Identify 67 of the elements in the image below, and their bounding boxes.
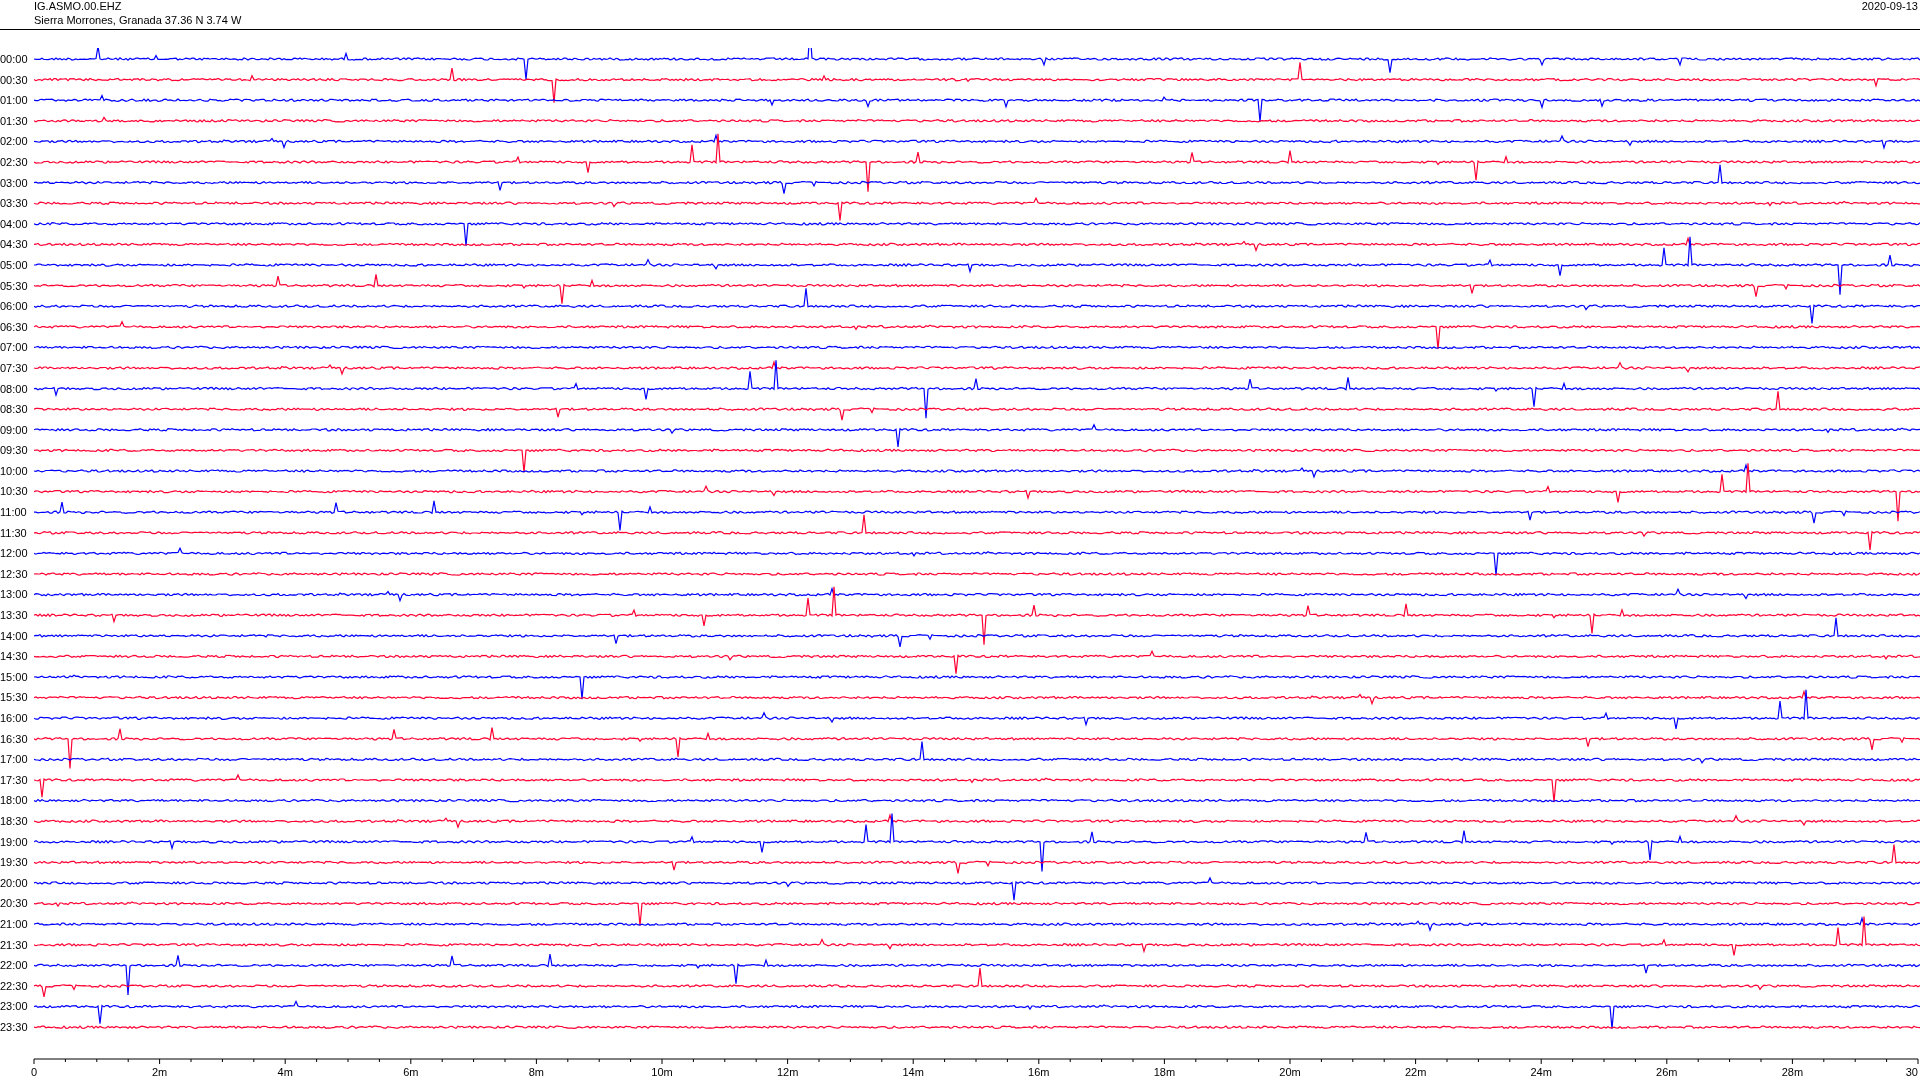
axis-tick-label: 18m [1153,1066,1176,1078]
trace-time-label: 13:30 [0,608,29,624]
trace-time-label: 18:30 [0,813,29,829]
trace-time-label: 08:30 [0,402,29,418]
trace-time-label: 12:00 [0,546,29,562]
trace-time-label: 17:30 [0,772,29,788]
trace-time-label: 21:00 [0,916,29,932]
axis-tick-label: 8m [528,1066,545,1078]
trace-time-label: 07:30 [0,360,29,376]
trace-time-label: 14:00 [0,628,29,644]
trace-time-label: 20:30 [0,896,29,912]
trace-time-label: 00:00 [0,52,29,67]
trace-time-label: 10:00 [0,463,29,479]
axis-tick-label: 26m [1656,1066,1678,1078]
trace-time-label: 16:00 [0,711,29,726]
trace-time-label: 21:30 [0,937,29,953]
trace-time-label: 08:00 [0,381,29,397]
axis-tick-label: 6m [403,1066,419,1078]
trace-time-label: 09:00 [0,422,29,438]
trace-time-label: 07:00 [0,340,29,356]
axis-tick-label: 20m [1279,1066,1301,1078]
trace-time-label: 19:00 [0,834,29,850]
trace-time-label: 04:00 [0,216,29,232]
axis-tick-label: 4m [277,1066,293,1078]
axis-tick-label: 24m [1530,1066,1552,1078]
axis-tick-label: 0 [30,1066,38,1078]
trace-time-label: 17:00 [0,752,29,768]
trace-time-label: 01:00 [0,93,29,109]
trace-time-label: 02:30 [0,154,29,170]
trace-time-label: 01:30 [0,113,29,129]
trace-time-label: 14:30 [0,649,29,665]
trace-time-label: 04:30 [0,237,29,253]
trace-time-label: 00:30 [0,72,29,88]
station-location: Sierra Morrones, Granada 37.36 N 3.74 W [34,13,242,27]
axis-tick-label: 12m [776,1066,799,1078]
trace-time-label: 22:00 [0,958,29,974]
trace-time-label: 03:30 [0,196,29,212]
trace-time-label: 05:00 [0,257,29,273]
trace-time-label: 10:30 [0,484,29,500]
trace-time-label: 06:30 [0,319,29,335]
trace-time-label: 13:00 [0,587,29,603]
trace-time-label: 02:00 [0,134,29,150]
plot-date: 2020-09-13 [1861,0,1918,14]
trace-time-label: 09:30 [0,443,29,459]
trace-time-label: 23:30 [0,1019,29,1035]
trace-time-label: 23:00 [0,999,29,1015]
trace-time-label: 19:30 [0,855,29,871]
trace-time-label: 18:00 [0,793,29,809]
trace-time-label: 16:30 [0,731,29,747]
trace-time-label: 22:30 [0,978,29,994]
axis-tick-label: 10m [651,1066,673,1078]
axis-tick-label: 30 [1905,1066,1918,1078]
trace-time-label: 20:00 [0,875,29,891]
trace-time-label: 05:30 [0,278,29,294]
trace-time-label: 11:00 [0,505,28,521]
station-code: IG.ASMO.00.EHZ [34,0,123,13]
axis-tick-label: 2m [151,1066,168,1078]
axis-tick-label: 22m [1404,1066,1427,1078]
trace-time-label: 11:30 [0,525,28,541]
trace-time-label: 03:00 [0,175,29,191]
trace-time-label: 15:00 [0,669,29,685]
axis-tick-label: 28m [1781,1066,1804,1078]
trace-time-label: 15:30 [0,690,29,706]
axis-tick-label: 14m [902,1066,924,1078]
axis-tick-label: 16m [1028,1066,1050,1078]
trace-time-label: 12:30 [0,566,29,582]
trace-time-label: 06:00 [0,299,29,315]
